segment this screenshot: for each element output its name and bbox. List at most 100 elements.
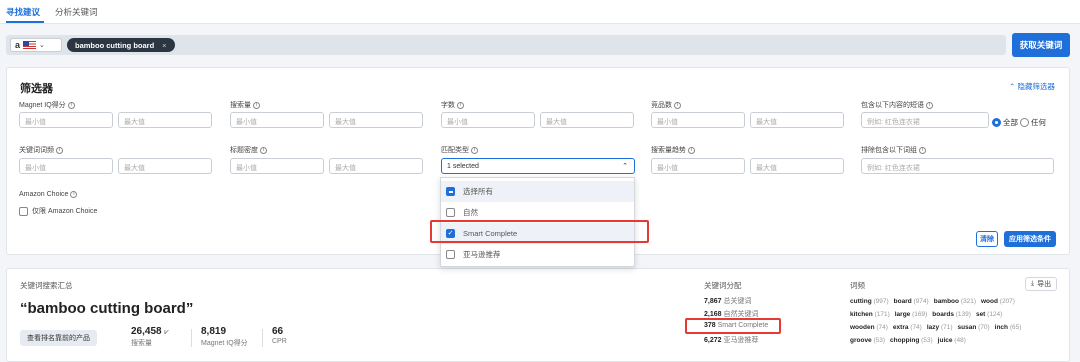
word-term[interactable]: large	[895, 311, 912, 318]
keyword-frequency-max-input[interactable]: 最大值	[118, 158, 212, 174]
magnet-iq-max-input[interactable]: 最大值	[118, 112, 212, 128]
option-label: 亚马逊推荐	[463, 250, 501, 259]
word-term[interactable]: board	[894, 298, 914, 305]
word-term[interactable]: bamboo	[934, 298, 961, 305]
us-flag-icon	[23, 41, 37, 49]
view-top-products-button[interactable]: 查看排名靠前的产品	[20, 330, 97, 346]
exclude-phrases-input[interactable]: 例如: 红色连衣裙	[861, 158, 1054, 174]
word-term[interactable]: inch	[995, 324, 1010, 331]
info-icon: i	[67, 101, 75, 109]
stat-value: 8,819	[201, 326, 227, 337]
word-count: (974)	[913, 298, 929, 305]
info-icon: i	[56, 146, 63, 154]
word-count: (74)	[876, 324, 888, 331]
stat-search-volume: 26,458 ⩗ 搜索量	[131, 326, 169, 348]
clear-filters-button[interactable]: 清除	[976, 231, 998, 247]
page: 寻找建议 分析关键词 a ⌄ bamboo cutting board × 获取…	[0, 0, 1080, 362]
word-term[interactable]: wooden	[850, 324, 876, 331]
word-count-min-input[interactable]: 最小值	[441, 112, 535, 128]
get-keywords-button[interactable]: 获取关键词	[1012, 33, 1070, 57]
amazon-logo-icon: a	[15, 40, 21, 50]
word-term[interactable]: extra	[893, 324, 910, 331]
word-count: (169)	[912, 311, 928, 318]
keyword-chip[interactable]: bamboo cutting board ×	[67, 38, 175, 52]
stat-value: 66	[272, 326, 284, 337]
radio-all[interactable]	[992, 118, 1001, 127]
word-term[interactable]: juice	[938, 337, 955, 344]
info-icon: i	[457, 101, 464, 109]
distribution-label: 自然关键词	[723, 311, 759, 318]
stat-value: 26,458	[131, 326, 162, 337]
filter-label-search-trend: 搜索量趋势 i	[651, 145, 695, 155]
checkbox[interactable]	[446, 208, 455, 217]
search-volume-max-input[interactable]: 最大值	[329, 112, 423, 128]
apply-filters-button[interactable]: 应用筛选条件	[1004, 231, 1056, 247]
summary-title: 关键词搜索汇总	[20, 281, 73, 290]
match-type-select[interactable]: 1 selected ⌃	[441, 158, 635, 174]
checkbox[interactable]	[446, 250, 455, 259]
keyword-frequency-min-input[interactable]: 最小值	[19, 158, 113, 174]
keyword-chip-label: bamboo cutting board	[75, 40, 155, 50]
magnet-iq-min-input[interactable]: 最小值	[19, 112, 113, 128]
stat-magnet-iq: 8,819 Magnet IQ得分	[201, 326, 248, 348]
filter-label-keyword-frequency: 关键词词频 i	[19, 145, 63, 155]
word-count: (321)	[960, 298, 976, 305]
phrase-contains-input[interactable]: 例如: 红色连衣裙	[861, 112, 989, 128]
filter-label-text: 匹配类型	[441, 147, 469, 154]
word-term[interactable]: wood	[981, 298, 1000, 305]
stat-label: Magnet IQ得分	[201, 340, 248, 347]
export-label: 导出	[1037, 281, 1052, 288]
amazon-choice-option[interactable]: 仅限 Amazon Choice	[19, 206, 97, 216]
keyword-summary-panel: 关键词搜索汇总 “bamboo cutting board” 查看排名靠前的产品…	[6, 268, 1070, 362]
competitors-min-input[interactable]: 最小值	[651, 112, 745, 128]
filter-label-amazon-choice: Amazon Choice i	[19, 191, 78, 198]
search-trend-max-input[interactable]: 最大值	[750, 158, 844, 174]
tab-analyze-keywords[interactable]: 分析关键词	[55, 6, 98, 18]
marketplace-selector[interactable]: a ⌄	[10, 38, 62, 52]
word-term[interactable]: set	[976, 311, 987, 318]
dropdown-option-amazon-recommended[interactable]: 亚马逊推荐	[441, 244, 634, 265]
divider	[191, 329, 192, 347]
filter-label-exclude-phrases: 排除包含以下词组 i	[861, 145, 926, 155]
word-term[interactable]: boards	[932, 311, 955, 318]
close-icon[interactable]: ×	[162, 41, 166, 50]
tab-find-suggestions[interactable]: 寻找建议	[6, 6, 40, 18]
word-term[interactable]: kitchen	[850, 311, 875, 318]
competitors-max-input[interactable]: 最大值	[750, 112, 844, 128]
radio-any-label: 任何	[1031, 118, 1046, 127]
word-count-max-input[interactable]: 最大值	[540, 112, 634, 128]
distribution-value: 7,867	[704, 298, 722, 305]
trend-chart-icon[interactable]: ⩗	[164, 327, 169, 336]
active-tab-indicator	[6, 21, 44, 23]
title-density-min-input[interactable]: 最小值	[230, 158, 324, 174]
filter-label-magnet-iq: Magnet IQ得分 i	[19, 100, 75, 110]
distribution-row: 6,272 亚马逊推荐	[704, 335, 758, 345]
word-frequency-row: cutting (997) board (974) bamboo (321) wood…	[850, 298, 1020, 305]
match-type-value: 1 selected	[447, 163, 479, 170]
chevron-up-icon: ⌃	[1009, 82, 1018, 91]
word-count: (124)	[987, 311, 1003, 318]
word-frequency-row: kitchen (171) large (169) boards (139) set …	[850, 311, 1007, 318]
filter-label-text: 包含以下内容的短语	[861, 102, 924, 109]
dropdown-option-select-all[interactable]: 选择所有	[441, 181, 634, 202]
word-term[interactable]: susan	[958, 324, 979, 331]
filter-label-text: 字数	[441, 102, 455, 109]
hide-filters-link[interactable]: ⌃ 隐藏筛选器	[1009, 81, 1055, 92]
search-trend-min-input[interactable]: 最小值	[651, 158, 745, 174]
word-term[interactable]: cutting	[850, 298, 873, 305]
word-term[interactable]: groove	[850, 337, 873, 344]
radio-all-label: 全部	[1003, 118, 1018, 127]
export-button[interactable]: ⤓ 导出	[1025, 277, 1058, 291]
word-term[interactable]: chopping	[890, 337, 921, 344]
checkbox-indeterminate[interactable]	[446, 187, 455, 196]
word-term[interactable]: lazy	[927, 324, 941, 331]
radio-any[interactable]	[1020, 118, 1029, 127]
search-volume-min-input[interactable]: 最小值	[230, 112, 324, 128]
hide-filters-label: 隐藏筛选器	[1017, 82, 1056, 91]
highlight-smart-complete-count	[685, 318, 781, 334]
amazon-choice-checkbox[interactable]	[19, 206, 28, 216]
filter-label-text: Amazon Choice	[19, 191, 69, 198]
distribution-row: 7,867 总关键词	[704, 296, 751, 306]
word-count: (70)	[978, 324, 990, 331]
title-density-max-input[interactable]: 最大值	[329, 158, 423, 174]
